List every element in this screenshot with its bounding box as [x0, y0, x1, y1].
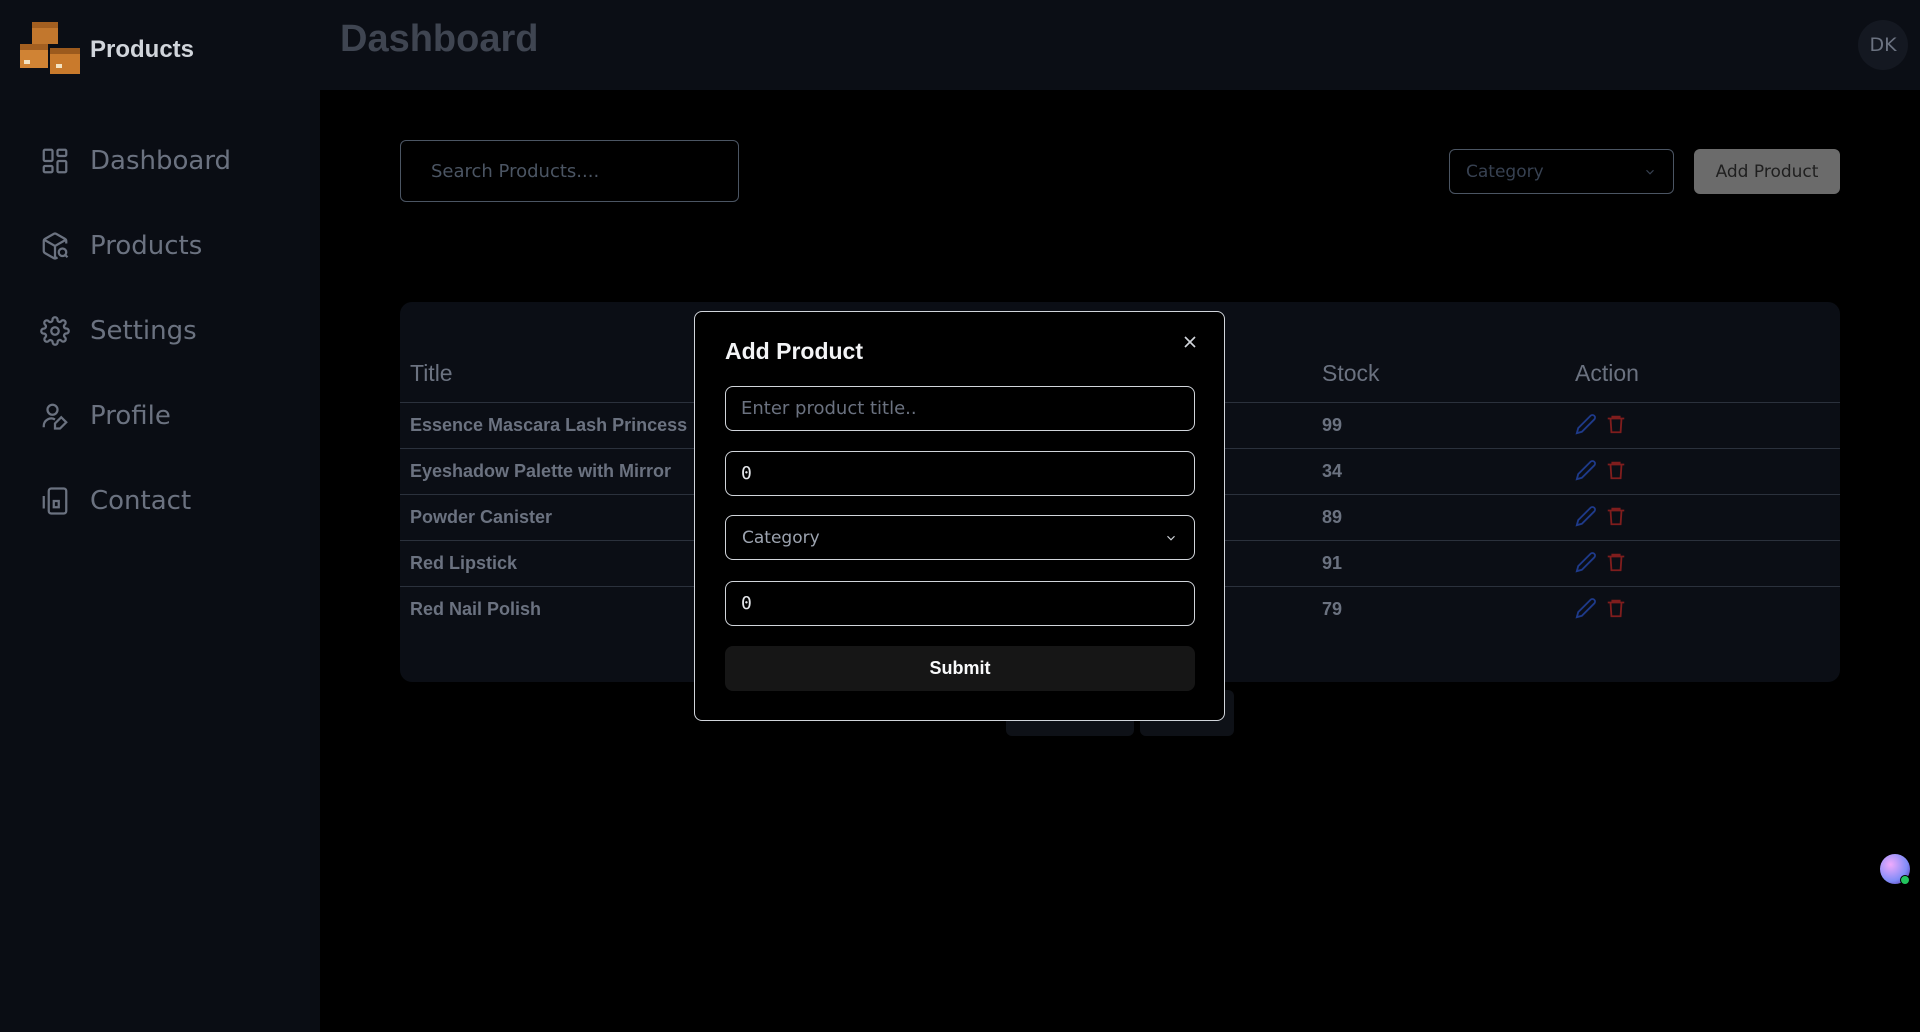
modal-category-value: Category [742, 527, 820, 548]
page-title: Dashboard [340, 18, 539, 60]
product-title-input[interactable] [725, 386, 1195, 431]
row-title: Essence Mascara Lash Princess [410, 415, 688, 435]
column-header-action: Action [1575, 360, 1639, 386]
user-pen-icon [40, 401, 70, 431]
stock-input[interactable] [725, 581, 1195, 626]
sidebar-item-label: Products [90, 230, 203, 261]
price-input[interactable] [725, 451, 1195, 496]
row-title: Powder Canister [410, 507, 553, 527]
sidebar-item-label: Dashboard [90, 145, 232, 176]
trash-icon[interactable] [1605, 597, 1627, 619]
sidebar-item-label: Contact [90, 485, 192, 516]
category-select[interactable]: Category [1449, 149, 1674, 194]
gear-icon [40, 315, 70, 346]
online-status-dot [1900, 875, 1910, 885]
trash-icon[interactable] [1605, 505, 1627, 527]
edit-icon[interactable] [1575, 459, 1597, 481]
column-header-title: Title [410, 360, 453, 386]
top-header: Dashboard DK [320, 0, 1920, 90]
sidebar-nav: Dashboard Products Settings Profile Cont… [0, 118, 320, 543]
column-header-stock: Stock [1322, 360, 1380, 386]
edit-icon[interactable] [1575, 505, 1597, 527]
edit-icon[interactable] [1575, 413, 1597, 435]
trash-icon[interactable] [1605, 551, 1627, 573]
search-input[interactable] [400, 140, 739, 202]
close-icon[interactable] [1180, 332, 1200, 352]
phone-device-icon [40, 486, 70, 516]
row-stock: 89 [1322, 507, 1343, 527]
sidebar-item-profile[interactable]: Profile [0, 373, 320, 458]
add-product-button[interactable]: Add Product [1694, 149, 1840, 194]
submit-button[interactable]: Submit [725, 646, 1195, 691]
modal-title: Add Product [725, 338, 863, 364]
sidebar-item-label: Profile [90, 400, 171, 431]
row-title: Red Lipstick [410, 553, 518, 573]
row-title: Eyeshadow Palette with Mirror [410, 461, 672, 481]
modal-category-select[interactable]: Category [725, 515, 1195, 560]
brand-name: Products [90, 36, 195, 63]
add-product-modal: Add Product Category Submit [694, 311, 1225, 721]
sidebar-item-settings[interactable]: Settings [0, 288, 320, 373]
package-search-icon [40, 231, 70, 261]
brand[interactable]: Products [0, 0, 320, 100]
row-stock: 99 [1322, 415, 1343, 435]
row-title: Red Nail Polish [410, 599, 542, 619]
sidebar: Products Dashboard Products Settings Pro… [0, 0, 320, 1032]
edit-icon[interactable] [1575, 551, 1597, 573]
trash-icon[interactable] [1605, 459, 1627, 481]
row-stock: 79 [1322, 599, 1343, 619]
row-stock: 34 [1322, 461, 1343, 481]
trash-icon[interactable] [1605, 413, 1627, 435]
category-select-value: Category [1466, 161, 1544, 182]
sidebar-item-dashboard[interactable]: Dashboard [0, 118, 320, 203]
chevron-down-icon [1646, 169, 1654, 175]
boxes-logo-icon [20, 22, 80, 74]
sidebar-item-contact[interactable]: Contact [0, 458, 320, 543]
avatar[interactable]: DK [1858, 20, 1908, 70]
dashboard-grid-icon [40, 146, 70, 176]
sidebar-item-label: Settings [90, 315, 197, 346]
row-stock: 91 [1322, 553, 1343, 573]
sidebar-item-products[interactable]: Products [0, 203, 320, 288]
edit-icon[interactable] [1575, 597, 1597, 619]
chevron-down-icon [1167, 535, 1175, 541]
